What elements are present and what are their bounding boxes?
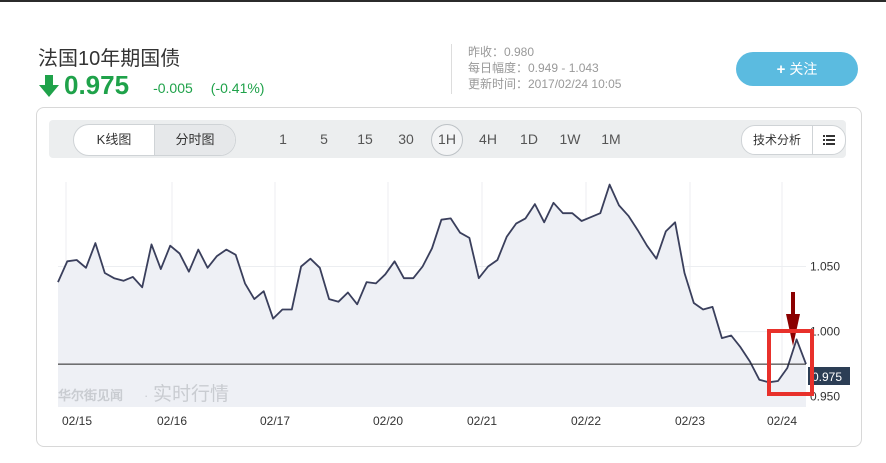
y-tick-label: 0.950 — [810, 390, 840, 404]
x-tick-label: 02/22 — [571, 414, 601, 428]
x-tick-label: 02/17 — [260, 414, 290, 428]
watermark-separator: · — [144, 388, 148, 403]
watermark-brand: 华尔街见闻 — [58, 388, 123, 403]
x-tick-label: 02/16 — [157, 414, 187, 428]
watermark-tagline: 实时行情 — [153, 383, 229, 405]
x-tick-label: 02/15 — [62, 414, 92, 428]
price-area-fill — [58, 184, 806, 407]
current-price-label: 0.975 — [808, 367, 850, 385]
x-tick-label: 02/20 — [373, 414, 403, 428]
x-tick-label: 02/21 — [467, 414, 497, 428]
x-tick-label: 02/23 — [675, 414, 705, 428]
y-tick-label: 1.050 — [810, 260, 840, 274]
x-tick-label: 02/24 — [767, 414, 797, 428]
y-tick-label: 1.000 — [810, 325, 840, 339]
current-price-label-text: 0.975 — [812, 370, 842, 384]
annotation-arrow — [786, 292, 800, 346]
x-axis: 02/15 02/16 02/17 02/20 02/21 02/22 02/23 02/24 — [62, 414, 797, 428]
price-chart[interactable]: 华尔街见闻 · 实时行情 02/15 02/16 02/17 02/20 02/21 02… — [0, 0, 886, 463]
